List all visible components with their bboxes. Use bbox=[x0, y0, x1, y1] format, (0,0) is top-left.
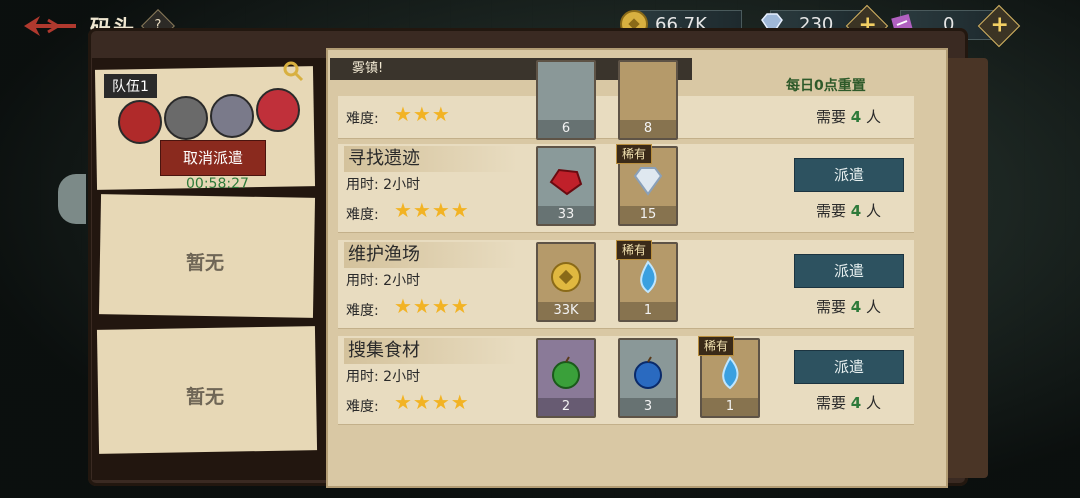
rare-badge: 稀有 bbox=[616, 144, 652, 164]
ruby-icon bbox=[549, 168, 583, 196]
mission-name: 寻找遗迹 bbox=[344, 146, 518, 172]
reward-item[interactable]: 6 bbox=[536, 60, 596, 140]
difficulty-stars: ★★★★ bbox=[394, 198, 470, 222]
side-toggle-tab[interactable] bbox=[58, 174, 86, 224]
empty-team-label: 暂无 bbox=[186, 252, 225, 274]
cancel-dispatch-button[interactable]: 取消派遣 bbox=[160, 140, 266, 176]
reset-notice: 每日0点重置 bbox=[786, 78, 866, 94]
diamond-icon bbox=[633, 167, 663, 196]
avatar bbox=[210, 94, 254, 138]
mission-name: 搜集食材 bbox=[344, 338, 518, 364]
reward-item[interactable]: 稀有 1 bbox=[616, 240, 678, 322]
search-icon[interactable] bbox=[282, 60, 304, 82]
difficulty-stars: ★★★★ bbox=[394, 294, 470, 318]
mission-duration: 用时: 2小时 bbox=[346, 177, 421, 193]
empty-team-label: 暂无 bbox=[186, 386, 225, 408]
required-members: 需要 4 人 bbox=[816, 108, 882, 126]
reward-item[interactable]: 2 bbox=[536, 338, 596, 418]
dispatch-button[interactable]: 派遣 bbox=[794, 158, 904, 192]
dispatch-button[interactable]: 派遣 bbox=[794, 350, 904, 384]
avatar bbox=[118, 100, 162, 144]
avatar bbox=[164, 96, 208, 140]
avatar bbox=[256, 88, 300, 132]
blue-apple-icon bbox=[634, 356, 662, 389]
rare-badge: 稀有 bbox=[698, 336, 734, 356]
rare-badge: 稀有 bbox=[616, 240, 652, 260]
reward-item[interactable]: 稀有 15 bbox=[616, 144, 678, 226]
blue-flame-icon bbox=[722, 356, 739, 390]
mission-duration: 用时: 2小时 bbox=[346, 369, 421, 385]
coin-icon bbox=[551, 262, 581, 292]
required-members: 需要 4 人 bbox=[816, 298, 882, 316]
mission-row: 搜集食材 用时: 2小时 难度: ★★★★ 2 3 稀有 1 派遣 需要 4 人 bbox=[338, 336, 914, 425]
difficulty-stars: ★★★ bbox=[394, 102, 451, 126]
reward-item[interactable]: 33 bbox=[536, 146, 596, 226]
blue-flame-icon bbox=[640, 260, 657, 294]
mission-row: 难度: ★★★ 6 8 需要 4 人 bbox=[338, 60, 914, 140]
reward-item[interactable]: 3 bbox=[618, 338, 678, 418]
back-arrow-icon[interactable] bbox=[22, 12, 78, 40]
required-members: 需要 4 人 bbox=[816, 394, 882, 412]
mission-row: 维护渔场 用时: 2小时 难度: ★★★★ 33K 稀有 1 派遣 需要 4 人 bbox=[338, 240, 914, 329]
dispatch-button[interactable]: 派遣 bbox=[794, 254, 904, 288]
required-members: 需要 4 人 bbox=[816, 202, 882, 220]
reward-item[interactable]: 8 bbox=[618, 60, 678, 140]
mission-duration: 用时: 2小时 bbox=[346, 273, 421, 289]
reward-item[interactable]: 稀有 1 bbox=[698, 336, 760, 418]
mission-row: 寻找遗迹 用时: 2小时 难度: ★★★★ 33 稀有 15 派遣 需要 4 人 bbox=[338, 144, 914, 233]
team-label: 队伍1 bbox=[104, 74, 157, 98]
difficulty-stars: ★★★★ bbox=[394, 390, 470, 414]
green-apple-icon bbox=[552, 356, 580, 389]
mission-name: 维护渔场 bbox=[344, 242, 518, 268]
team-timer: 00:58:27 bbox=[186, 176, 249, 192]
reward-item[interactable]: 33K bbox=[536, 242, 596, 322]
